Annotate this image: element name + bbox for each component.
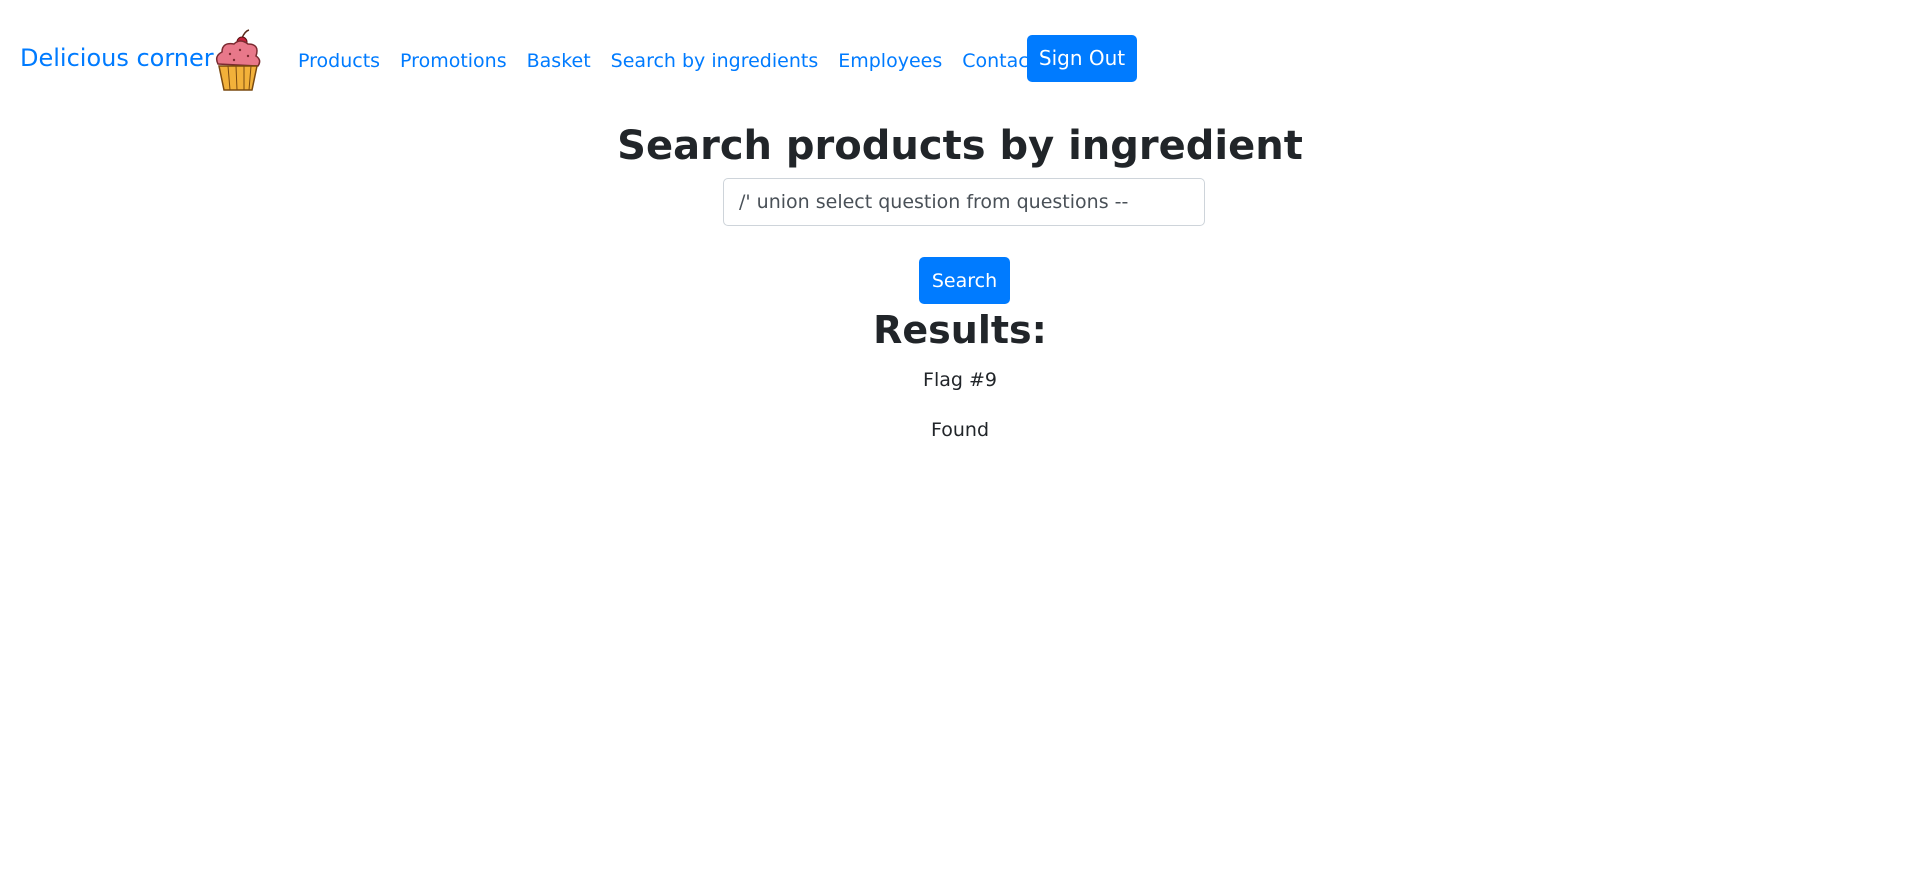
results-heading: Results: — [873, 308, 1047, 352]
nav-link-promotions[interactable]: Promotions — [400, 47, 507, 75]
search-button[interactable]: Search — [919, 257, 1010, 304]
result-item: Found — [930, 419, 990, 441]
sign-out-button[interactable]: Sign Out — [1027, 35, 1137, 82]
nav-link-employees[interactable]: Employees — [838, 47, 942, 75]
ingredient-search-input[interactable] — [723, 178, 1205, 226]
result-item: Flag #9 — [923, 369, 997, 391]
navbar: Delicious corner Products Promotions Bas… — [0, 0, 1920, 120]
nav-link-products[interactable]: Products — [298, 47, 380, 75]
nav-link-basket[interactable]: Basket — [527, 47, 591, 75]
brand-link[interactable]: Delicious corner — [20, 40, 214, 76]
cupcake-logo-icon — [215, 29, 261, 91]
nav-links: Products Promotions Basket Search by ing… — [298, 47, 1084, 75]
page-title: Search products by ingredient — [617, 123, 1303, 169]
nav-link-search-by-ingredients[interactable]: Search by ingredients — [611, 47, 819, 75]
